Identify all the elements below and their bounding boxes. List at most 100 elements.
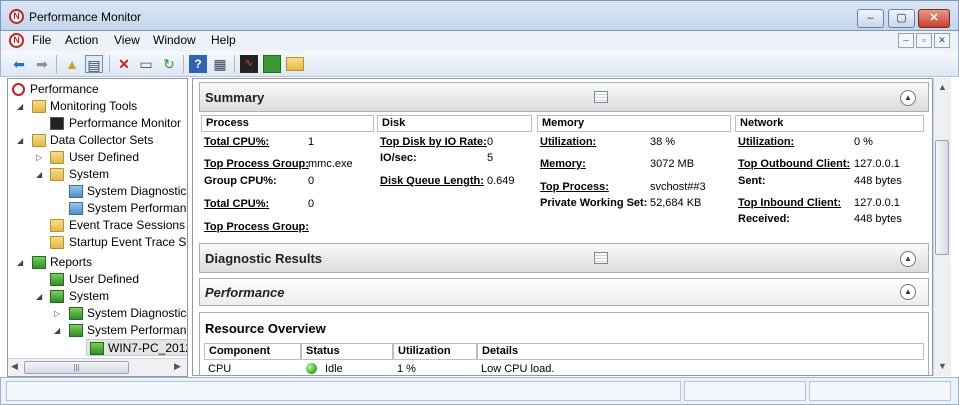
toolbar-separator (234, 55, 235, 73)
top-inbound-value: 127.0.0.1 (854, 197, 900, 209)
tree-item-report-selected[interactable]: WIN7-PC_20120 (86, 339, 187, 356)
menu-window[interactable]: Window (153, 33, 196, 47)
top-inbound-label[interactable]: Top Inbound Client: (738, 197, 841, 209)
tree-item-event-trace-sessions[interactable]: Event Trace Sessions (12, 217, 187, 234)
help-icon[interactable]: ? (189, 55, 207, 73)
monitor-icon[interactable]: ∿ (240, 55, 258, 73)
report-icon (50, 290, 64, 303)
top-disk-label[interactable]: Top Disk by IO Rate: (380, 136, 487, 148)
io-sec-value: 5 (487, 152, 494, 164)
disk-queue-label[interactable]: Disk Queue Length: (380, 175, 484, 187)
tree-item-reports-system-performance[interactable]: ◢ System Performance (12, 322, 187, 339)
top-process-group-2-label[interactable]: Top Process Group: (204, 221, 309, 233)
system-menu-icon[interactable]: N (9, 33, 24, 48)
tree-item-reports[interactable]: ◢ Reports (12, 254, 187, 271)
collapse-icon[interactable]: ▲ (900, 251, 916, 267)
collapse-arrow-icon[interactable]: ◢ (17, 254, 25, 271)
up-folder-icon[interactable]: ▲ (63, 55, 81, 73)
menu-view[interactable]: View (114, 33, 140, 47)
report-icon (69, 324, 83, 337)
total-cpu-value: 1 (308, 136, 315, 148)
mdi-restore-button[interactable]: ▫ (916, 33, 932, 48)
menu-action[interactable]: Action (65, 33, 98, 47)
total-cpu-2-label[interactable]: Total CPU%: (204, 198, 269, 210)
tree-item-data-collector-sets[interactable]: ◢ Data Collector Sets (12, 132, 187, 149)
print-icon[interactable]: ▭ (137, 55, 155, 73)
collapse-icon[interactable]: ▲ (900, 90, 916, 106)
report-icon (32, 256, 46, 269)
performance-section-header[interactable]: Performance ▲ (199, 278, 929, 306)
scroll-left-icon[interactable]: ◀ (11, 361, 18, 372)
memory-utilization-label[interactable]: Utilization: (540, 136, 596, 148)
collapse-arrow-icon[interactable]: ◢ (17, 98, 25, 115)
details-cell: Low CPU load. (481, 363, 555, 375)
perfmon-app-icon: N (9, 9, 24, 24)
memory-label[interactable]: Memory: (540, 158, 586, 170)
collapse-arrow-icon[interactable]: ◢ (36, 166, 44, 183)
forward-arrow-icon[interactable]: ➡ (33, 55, 51, 73)
details-column-header[interactable]: Details (477, 343, 924, 360)
mdi-minimize-button[interactable]: – (898, 33, 914, 48)
utilization-cell: 1 % (397, 363, 416, 375)
scroll-down-icon[interactable]: ▼ (938, 361, 947, 371)
network-utilization-label[interactable]: Utilization: (738, 136, 794, 148)
tree-item-reports-system-diagnostics[interactable]: ▷ System Diagnostics (12, 305, 187, 322)
delete-icon[interactable]: ✕ (115, 55, 133, 73)
tree-item-reports-user-defined[interactable]: User Defined (12, 271, 187, 288)
utilization-column-header[interactable]: Utilization (393, 343, 477, 360)
folder-icon[interactable] (286, 57, 304, 71)
table-view-icon[interactable] (594, 252, 608, 264)
back-arrow-icon[interactable]: ⬅ (10, 55, 28, 73)
maximize-button[interactable]: ▢ (888, 9, 915, 28)
status-column-header[interactable]: Status (301, 343, 393, 360)
private-working-set-label: Private Working Set: (540, 197, 648, 209)
scroll-thumb[interactable]: ||| (24, 361, 129, 374)
scroll-right-icon[interactable]: ▶ (174, 361, 181, 372)
top-process-label[interactable]: Top Process: (540, 181, 609, 193)
memory-value: 3072 MB (650, 158, 695, 170)
tree-item-monitoring-tools[interactable]: ◢ Monitoring Tools (12, 98, 187, 115)
summary-section-header[interactable]: Summary ▲ (199, 82, 929, 112)
memory-header: Memory (537, 115, 731, 132)
title-bar (0, 0, 959, 31)
collapse-arrow-icon[interactable]: ◢ (54, 322, 62, 339)
collapse-icon[interactable]: ▲ (900, 284, 916, 300)
total-cpu-label[interactable]: Total CPU%: (204, 136, 269, 148)
top-outbound-label[interactable]: Top Outbound Client: (738, 158, 850, 170)
tree-item-performance-monitor[interactable]: Performance Monitor (12, 115, 187, 132)
tree-item-dcs-system-performance[interactable]: System Performance (12, 200, 187, 217)
minimize-button[interactable]: – (857, 9, 884, 28)
expand-arrow-icon[interactable]: ▷ (54, 305, 62, 322)
diagnostic-results-title: Diagnostic Results (205, 251, 323, 266)
tree-item-startup-event-trace[interactable]: Startup Event Trace Sessions (12, 234, 187, 251)
folder-icon (50, 151, 64, 164)
report-icon[interactable] (263, 55, 281, 73)
tree-item-dcs-system[interactable]: ◢ System (12, 166, 187, 183)
collapse-arrow-icon[interactable]: ◢ (36, 288, 44, 305)
summary-title: Summary (205, 90, 265, 105)
received-label: Received: (738, 213, 790, 225)
menu-file[interactable]: File (32, 33, 51, 47)
tree-horizontal-scrollbar[interactable]: ◀ ||| ▶ (8, 358, 187, 376)
scroll-thumb[interactable] (935, 140, 949, 255)
scroll-up-icon[interactable]: ▲ (938, 82, 947, 92)
tree-item-dcs-system-diagnostics[interactable]: System Diagnostics (12, 183, 187, 200)
component-column-header[interactable]: Component (204, 343, 301, 360)
mdi-close-button[interactable]: ✕ (934, 33, 950, 48)
collapse-arrow-icon[interactable]: ◢ (17, 132, 25, 149)
navigation-tree: Performance ◢ Monitoring Tools Performan… (7, 78, 188, 377)
menu-help[interactable]: Help (211, 33, 236, 47)
table-view-icon[interactable] (594, 91, 608, 103)
show-hide-tree-icon[interactable]: ▤ (85, 55, 103, 73)
collector-set-icon (69, 185, 83, 198)
refresh-icon[interactable]: ↻ (160, 55, 178, 73)
expand-arrow-icon[interactable]: ▷ (36, 149, 44, 166)
resource-overview-panel: Resource Overview Component Status Utili… (199, 312, 929, 375)
top-process-group-label[interactable]: Top Process Group: (204, 158, 309, 170)
properties-icon[interactable]: ▦ (211, 55, 229, 73)
tree-item-dcs-user-defined[interactable]: ▷ User Defined (12, 149, 187, 166)
tree-item-reports-system[interactable]: ◢ System (12, 288, 187, 305)
diagnostic-results-header[interactable]: Diagnostic Results ▲ (199, 243, 929, 273)
close-button[interactable]: ✕ (918, 9, 950, 28)
status-pane-main (6, 381, 681, 401)
